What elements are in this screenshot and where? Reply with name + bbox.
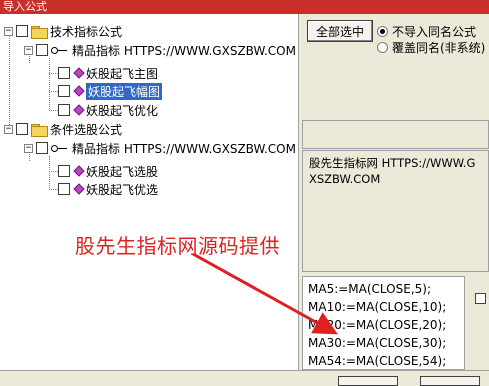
group-label: 技术指标公式 xyxy=(50,24,123,39)
tree-source-node[interactable]: − 精品指标 HTTPS://WWW.GXSZBW.COM xyxy=(24,138,296,158)
formula-code-panel[interactable]: MA5:=MA(CLOSE,5); MA10:=MA(CLOSE,10); MA… xyxy=(302,276,465,370)
window-title: 导入公式 xyxy=(3,0,47,13)
tree-item[interactable]: 妖股起飞优化 xyxy=(58,100,158,120)
item-checkbox[interactable] xyxy=(58,104,70,116)
status-bar xyxy=(0,370,489,382)
code-line: MA20:=MA(CLOSE,20); xyxy=(308,318,447,332)
tree-item[interactable]: 妖股起飞主图 xyxy=(58,63,158,83)
description-text: 股先生指标网 HTTPS://WWW.GXSZBW.COM xyxy=(309,156,476,186)
code-line: MA30:=MA(CLOSE,30); xyxy=(308,336,447,350)
item-checkbox[interactable] xyxy=(58,183,70,195)
source-label: 精品指标 HTTPS://WWW.GXSZBW.COM xyxy=(72,141,296,156)
collapse-toggle[interactable]: − xyxy=(4,124,13,134)
formula-icon xyxy=(73,86,83,96)
tree-group-screening[interactable]: − 条件选股公式 xyxy=(4,119,122,139)
item-checkbox[interactable] xyxy=(58,165,70,177)
key-icon xyxy=(51,143,69,153)
code-line: MA54:=MA(CLOSE,54); xyxy=(308,354,447,368)
formula-icon xyxy=(73,105,83,115)
radio-button[interactable] xyxy=(377,42,388,53)
ok-button[interactable] xyxy=(338,376,398,386)
tree-connector xyxy=(49,156,50,190)
formula-tree[interactable]: − 技术指标公式 − 精品指标 HTTPS://WWW.GXSZBW.COM 妖… xyxy=(0,14,299,370)
tree-item[interactable]: 妖股起飞选股 xyxy=(58,161,158,181)
radio-label: 不导入同名公式 xyxy=(392,25,477,39)
code-checkbox[interactable] xyxy=(475,293,486,304)
cancel-button[interactable] xyxy=(420,376,480,386)
item-label: 妖股起飞优化 xyxy=(86,103,159,118)
group-checkbox[interactable] xyxy=(16,25,28,37)
group-label: 条件选股公式 xyxy=(50,122,123,137)
tree-group-technical[interactable]: − 技术指标公式 xyxy=(4,21,122,41)
tree-connector xyxy=(49,58,50,111)
formula-icon xyxy=(73,166,83,176)
collapse-toggle[interactable]: − xyxy=(4,26,13,36)
radio-button[interactable] xyxy=(377,26,388,37)
radio-label: 覆盖同名(非系统) xyxy=(392,41,486,55)
tree-source-node[interactable]: − 精品指标 HTTPS://WWW.GXSZBW.COM xyxy=(24,40,296,60)
tree-connector xyxy=(49,110,58,111)
source-label: 精品指标 HTTPS://WWW.GXSZBW.COM xyxy=(72,43,296,58)
tree-connector xyxy=(49,91,58,92)
description-panel: 股先生指标网 HTTPS://WWW.GXSZBW.COM xyxy=(302,150,489,272)
code-line: MA10:=MA(CLOSE,10); xyxy=(308,300,447,314)
item-label: 妖股起飞幅图 xyxy=(86,82,163,100)
select-all-button[interactable]: 全部选中 xyxy=(307,20,373,42)
source-checkbox[interactable] xyxy=(36,142,48,154)
info-panel xyxy=(302,120,489,149)
window-title-bar: 导入公式 xyxy=(0,0,489,14)
tree-connector xyxy=(49,73,58,74)
tree-item[interactable]: 妖股起飞优选 xyxy=(58,179,158,199)
formula-icon xyxy=(73,68,83,78)
watermark-overlay-text: 股先生指标网源码提供 xyxy=(75,234,280,258)
key-icon xyxy=(51,45,69,55)
code-line: MA5:=MA(CLOSE,5); xyxy=(308,282,431,296)
item-label: 妖股起飞选股 xyxy=(86,164,159,179)
folder-icon xyxy=(31,25,48,39)
item-checkbox[interactable] xyxy=(58,85,70,97)
collapse-toggle[interactable]: − xyxy=(24,45,33,55)
item-label: 妖股起飞主图 xyxy=(86,66,159,81)
radio-no-import[interactable]: 不导入同名公式 xyxy=(377,23,476,40)
tree-connector xyxy=(49,189,58,190)
tree-item-selected[interactable]: 妖股起飞幅图 xyxy=(58,81,163,101)
collapse-toggle[interactable]: − xyxy=(24,143,33,153)
source-checkbox[interactable] xyxy=(36,44,48,56)
tree-connector xyxy=(9,31,10,131)
radio-overwrite[interactable]: 覆盖同名(非系统) xyxy=(377,39,485,56)
item-checkbox[interactable] xyxy=(58,67,70,79)
formula-icon xyxy=(73,184,83,194)
group-checkbox[interactable] xyxy=(16,123,28,135)
folder-icon xyxy=(31,123,48,137)
item-label: 妖股起飞优选 xyxy=(86,182,159,197)
tree-connector xyxy=(49,171,58,172)
